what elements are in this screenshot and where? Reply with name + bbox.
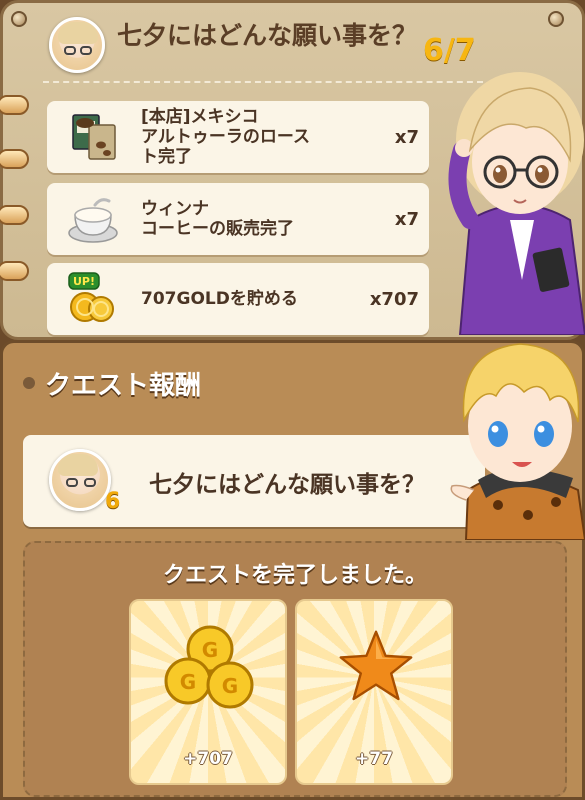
corner-rivet-icon [548, 11, 564, 27]
coffee-cup-icon [68, 198, 118, 243]
task-label: 707GOLDを貯める [141, 289, 298, 309]
gold-coins-icon: G G G [164, 625, 254, 709]
task-item[interactable]: UP! 707GOLDを貯める x707 [47, 263, 429, 335]
svg-text:G: G [222, 674, 238, 698]
quest-header: 七夕にはどんな願い事を？ 6/7 [43, 13, 483, 83]
quest-level: 6 [105, 489, 121, 514]
bullet-dot-icon [23, 377, 35, 389]
reward-amount: +707 [183, 749, 233, 769]
task-item[interactable]: [本店]メキシコ アルトゥーラのロース ト完了 x7 [47, 101, 429, 173]
reward-item-star: +77 [295, 599, 453, 785]
star-icon [339, 630, 413, 701]
reward-amount: +77 [355, 749, 393, 769]
binder-ring-icon [0, 95, 29, 115]
reward-box: クエストを完了しました。 G G G +707 +77 [23, 541, 567, 797]
binder-ring-icon [0, 261, 29, 281]
complete-message: クエストを完了しました。 [162, 563, 427, 588]
task-item[interactable]: ウィンナ コーヒーの販売完了 x7 [47, 183, 429, 255]
completed-quest-card: 6 七夕にはどんな願い事を？ [23, 435, 485, 527]
coffee-beans-icon [72, 114, 116, 160]
task-count: x7 [394, 127, 419, 148]
quest-title: 七夕にはどんな願い事を？ [117, 21, 418, 50]
task-label: [本店]メキシコ アルトゥーラのロース ト完了 [141, 107, 310, 167]
completed-quest-avatar [49, 449, 111, 511]
task-label: ウィンナ コーヒーの販売完了 [141, 199, 294, 239]
gold-coins-up-icon: UP! [68, 272, 114, 322]
reward-title: クエスト報酬 [45, 371, 202, 401]
task-count: x707 [369, 289, 419, 310]
svg-text:G: G [202, 638, 218, 662]
reward-item-gold: G G G +707 [129, 599, 287, 785]
task-count: x7 [394, 209, 419, 230]
binder-ring-icon [0, 205, 29, 225]
binder-ring-icon [0, 149, 29, 169]
up-badge: UP! [73, 275, 95, 288]
reward-character [450, 343, 585, 540]
svg-text:G: G [180, 670, 196, 694]
quest-giver-character [448, 72, 585, 335]
quest-giver-avatar [49, 17, 105, 73]
corner-rivet-icon [11, 11, 27, 27]
completed-quest-name: 七夕にはどんな願い事を？ [149, 472, 425, 498]
